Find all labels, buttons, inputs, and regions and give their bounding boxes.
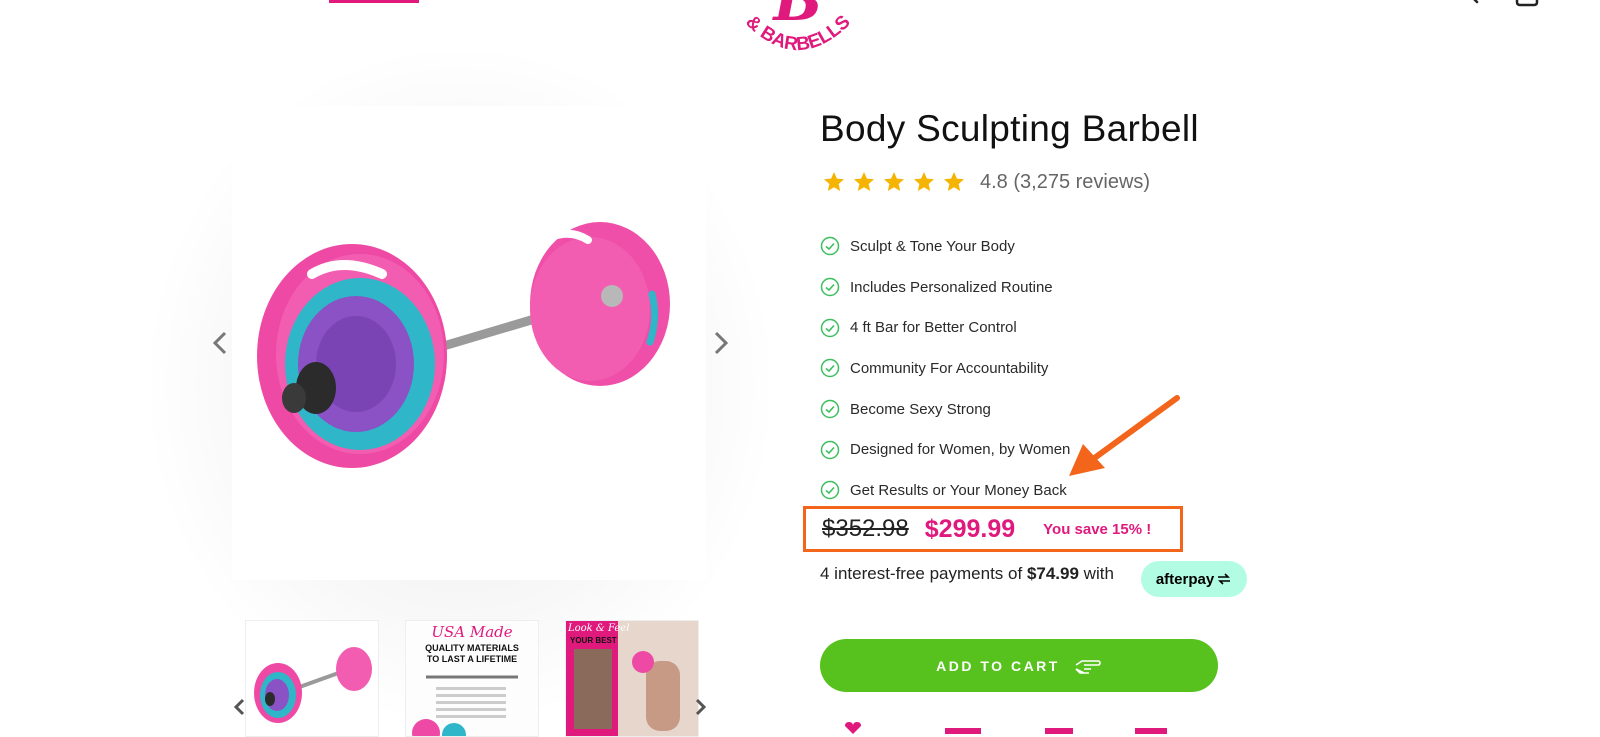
afterpay-suffix: with — [1078, 564, 1114, 583]
feature-item: Designed for Women, by Women — [820, 429, 1070, 470]
chevron-left-icon — [212, 331, 227, 355]
add-to-cart-button[interactable]: ADD TO CART — [820, 639, 1218, 692]
pointing-hand-icon — [1075, 659, 1101, 674]
add-to-cart-label: ADD TO CART — [936, 657, 1060, 674]
chevron-right-icon — [714, 331, 729, 355]
thumbnail-barbell[interactable] — [245, 620, 379, 737]
feature-text: Designed for Women, by Women — [850, 441, 1071, 459]
thumbnail-subheading: QUALITY MATERIALS TO LAST A LIFETIME — [425, 643, 519, 664]
star-icon — [824, 172, 844, 191]
product-title: Body Sculpting Barbell — [820, 108, 1199, 149]
star-icon — [914, 172, 934, 191]
badge-icons-row — [845, 722, 1167, 734]
afterpay-badge[interactable]: afterpay — [1141, 561, 1247, 597]
thumbnail-prev-button[interactable] — [224, 692, 254, 722]
feature-item: Become Sexy Strong — [820, 389, 1070, 430]
check-circle-icon — [820, 277, 840, 297]
chevron-right-icon — [695, 698, 707, 716]
annotation-arrow-icon — [1069, 395, 1180, 476]
original-price: $352.98 — [822, 515, 909, 542]
feature-item: Sculpt & Tone Your Body — [820, 226, 1070, 267]
check-circle-icon — [820, 359, 840, 378]
cart-icon[interactable] — [1514, 0, 1540, 8]
feature-item: 4 ft Bar for Better Control — [820, 307, 1070, 348]
check-circle-icon — [820, 237, 840, 256]
afterpay-message: 4 interest-free payments of $74.99 with — [820, 564, 1114, 584]
afterpay-arrows-icon — [1218, 573, 1231, 585]
afterpay-logo-text: afterpay — [1155, 570, 1215, 588]
check-circle-icon — [820, 399, 840, 419]
thumbnail-subheading: YOUR BEST — [570, 636, 617, 645]
check-circle-icon — [820, 440, 840, 460]
star-icon — [944, 172, 964, 191]
thumbnail-heading: USA Made — [431, 623, 513, 641]
feature-item: Get Results or Your Money Back — [820, 470, 1070, 511]
chevron-left-icon — [233, 698, 245, 716]
star-icon — [884, 172, 904, 191]
rating-summary[interactable]: 4.8 (3,275 reviews) — [980, 171, 1150, 194]
savings-label: You save 15% ! — [1043, 520, 1152, 538]
feature-text: Includes Personalized Routine — [850, 278, 1053, 296]
feature-text: Sculpt & Tone Your Body — [850, 237, 1015, 255]
thumbnail-heading: Look & Feel — [568, 623, 630, 634]
feature-item: Includes Personalized Routine — [820, 267, 1070, 308]
check-circle-icon — [820, 318, 840, 337]
afterpay-amount: $74.99 — [1026, 564, 1079, 583]
feature-item: Community For Accountability — [820, 348, 1070, 389]
thumbnail-next-button[interactable] — [686, 692, 716, 722]
price-highlight-box: $352.98 $299.99 You save 15% ! — [803, 506, 1183, 552]
star-icon — [854, 172, 874, 191]
thumbnail-materials[interactable]: USA Made QUALITY MATERIALS TO LAST A LIF… — [405, 620, 539, 737]
active-nav-indicator — [329, 0, 419, 3]
afterpay-prefix: 4 interest-free payments of — [820, 564, 1027, 583]
main-product-image[interactable] — [232, 106, 706, 580]
gallery-next-button[interactable] — [706, 328, 736, 358]
sale-price: $299.99 — [924, 514, 1016, 543]
feature-text: 4 ft Bar for Better Control — [850, 319, 1017, 337]
feature-text: Get Results or Your Money Back — [850, 481, 1067, 499]
check-circle-icon — [820, 481, 840, 500]
svg-text:B: B — [771, 0, 822, 34]
feature-text: Become Sexy Strong — [850, 400, 991, 418]
feature-list: Sculpt & Tone Your Body Includes Persona… — [820, 226, 1070, 511]
search-icon[interactable] — [1452, 0, 1480, 8]
gallery-prev-button[interactable] — [205, 328, 235, 358]
thumbnail-look-feel[interactable]: Look & Feel YOUR BEST — [565, 620, 699, 737]
feature-text: Community For Accountability — [850, 359, 1049, 377]
product-rating[interactable]: 4.8 (3,275 reviews) — [822, 170, 1150, 194]
